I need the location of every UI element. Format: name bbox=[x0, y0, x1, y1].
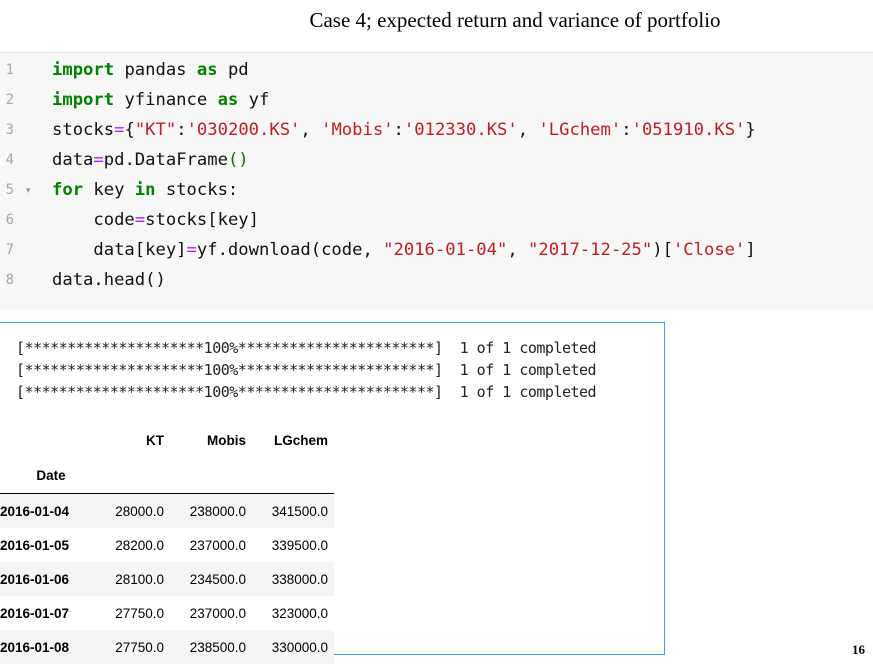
index-name-row: Date bbox=[0, 457, 334, 494]
line-number: 4 bbox=[5, 152, 14, 168]
table-row: 2016-01-05 28200.0 237000.0 339500.0 bbox=[0, 528, 334, 562]
table-row: 2016-01-06 28100.0 234500.0 338000.0 bbox=[0, 562, 334, 596]
column-header: LGchem bbox=[273, 432, 328, 448]
column-header: KT bbox=[146, 432, 164, 448]
table-cell: 237000.0 bbox=[189, 605, 246, 621]
code-line: 8 data.head() bbox=[0, 265, 873, 295]
table-cell: 238500.0 bbox=[189, 639, 246, 655]
line-number: 7 bbox=[5, 242, 14, 258]
fold-arrow-icon[interactable]: ▾ bbox=[26, 175, 31, 205]
table-row: 2016-01-04 28000.0 238000.0 341500.0 bbox=[0, 493, 334, 528]
code-text: data=pd.DataFrame() bbox=[52, 150, 249, 170]
code-line: 5 ▾ for key in stocks: bbox=[0, 175, 873, 205]
line-number: 5 bbox=[5, 182, 14, 198]
table-cell: 323000.0 bbox=[271, 605, 328, 621]
dataframe-header-row: KT Mobis LGchem bbox=[0, 423, 334, 457]
cell-output: [*********************100%**************… bbox=[0, 322, 665, 664]
index-name: Date bbox=[36, 467, 66, 483]
code-text: code=stocks[key] bbox=[52, 210, 259, 230]
code-line: 2 import yfinance as yf bbox=[0, 85, 873, 115]
code-text: stocks={"KT":'030200.KS', 'Mobis':'01233… bbox=[52, 120, 756, 140]
table-row: 2016-01-07 27750.0 237000.0 323000.0 bbox=[0, 596, 334, 630]
code-text: import pandas as pd bbox=[52, 60, 249, 80]
row-index: 2016-01-08 bbox=[0, 639, 70, 655]
table-cell: 28100.0 bbox=[115, 571, 164, 587]
column-header: Mobis bbox=[207, 432, 246, 448]
table-cell: 237000.0 bbox=[189, 537, 246, 553]
table-cell: 28200.0 bbox=[115, 537, 164, 553]
line-number: 2 bbox=[5, 92, 14, 108]
code-text: data[key]=yf.download(code, "2016-01-04"… bbox=[52, 240, 756, 260]
row-index: 2016-01-07 bbox=[0, 605, 70, 621]
table-cell: 27750.0 bbox=[115, 605, 164, 621]
table-cell: 234500.0 bbox=[189, 571, 246, 587]
slide-title: Case 4; expected return and variance of … bbox=[309, 8, 721, 32]
line-number: 8 bbox=[5, 272, 14, 288]
code-line: 6 code=stocks[key] bbox=[0, 205, 873, 235]
table-cell: 238000.0 bbox=[189, 503, 246, 519]
download-progress-line: [*********************100%**************… bbox=[16, 383, 597, 401]
code-text: for key in stocks: bbox=[52, 180, 239, 200]
table-cell: 27750.0 bbox=[115, 639, 164, 655]
download-progress-line: [*********************100%**************… bbox=[16, 339, 597, 357]
download-progress-line: [*********************100%**************… bbox=[16, 361, 597, 379]
code-line: 1 import pandas as pd bbox=[0, 55, 873, 85]
line-number: 1 bbox=[5, 62, 14, 78]
page-number: 16 bbox=[852, 642, 865, 657]
row-index: 2016-01-04 bbox=[0, 503, 70, 519]
code-line: 7 data[key]=yf.download(code, "2016-01-0… bbox=[0, 235, 873, 265]
table-cell: 341500.0 bbox=[271, 503, 328, 519]
table-cell: 330000.0 bbox=[271, 639, 328, 655]
row-index: 2016-01-06 bbox=[0, 571, 70, 587]
table-cell: 338000.0 bbox=[271, 571, 328, 587]
table-row: 2016-01-08 27750.0 238500.0 330000.0 bbox=[0, 630, 334, 664]
line-number: 3 bbox=[5, 122, 14, 138]
row-index: 2016-01-05 bbox=[0, 537, 70, 553]
code-text: import yfinance as yf bbox=[52, 90, 270, 110]
code-cell[interactable]: 1 import pandas as pd 2 import yfinance … bbox=[0, 52, 873, 310]
dataframe-table: KT Mobis LGchem Date 2016-01-04 28000.0 … bbox=[0, 423, 334, 664]
table-cell: 28000.0 bbox=[115, 503, 164, 519]
table-cell: 339500.0 bbox=[271, 537, 328, 553]
code-text: data.head() bbox=[52, 270, 166, 290]
line-number: 6 bbox=[5, 212, 14, 228]
code-line: 3 stocks={"KT":'030200.KS', 'Mobis':'012… bbox=[0, 115, 873, 145]
code-line: 4 data=pd.DataFrame() bbox=[0, 145, 873, 175]
